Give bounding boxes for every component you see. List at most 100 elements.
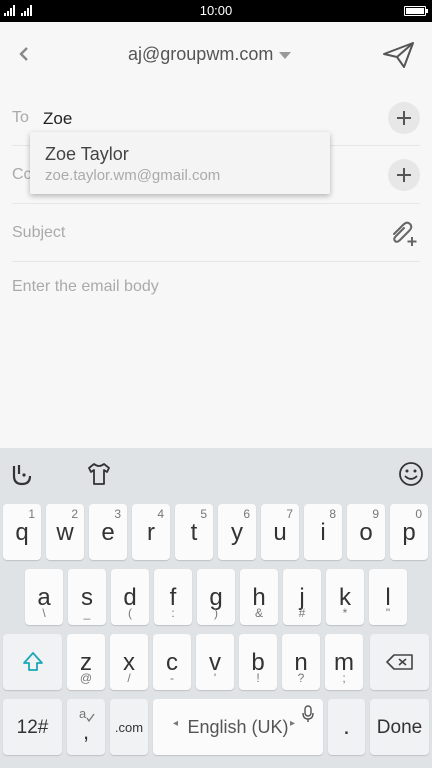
key-label: y	[231, 519, 243, 546]
key-o[interactable]: o9	[347, 504, 385, 560]
key-label: q	[15, 519, 29, 546]
key-alt-label: -	[170, 671, 174, 685]
dotcom-key-label: .com	[114, 720, 144, 735]
plus-icon	[397, 168, 411, 182]
space-key[interactable]: ◂ English (UK) ▸	[153, 699, 323, 755]
key-alt-label: 5	[200, 507, 207, 521]
compose-header: aj@groupwm.com	[0, 22, 432, 88]
key-alt-label: /	[127, 671, 131, 685]
key-m[interactable]: m;	[325, 634, 363, 690]
suggestion-email: zoe.taylor.wm@gmail.com	[45, 167, 221, 184]
comma-key[interactable]: a ,	[67, 699, 105, 755]
key-i[interactable]: i8	[304, 504, 342, 560]
chevron-left-icon	[19, 47, 28, 61]
key-k[interactable]: k *	[326, 569, 364, 625]
key-p[interactable]: p0	[390, 504, 428, 560]
chevron-right-icon: ▸	[289, 718, 295, 729]
paperclip-add-icon	[393, 221, 417, 246]
caret-down-icon	[279, 52, 292, 59]
key-n[interactable]: n?	[282, 634, 320, 690]
period-key-label: .	[343, 713, 350, 740]
send-button[interactable]	[382, 40, 416, 70]
compose-screen: aj@groupwm.com To Zoe Cc Subject Enter t…	[0, 22, 432, 448]
key-b[interactable]: b!	[239, 634, 277, 690]
account-email: aj@groupwm.com	[128, 44, 274, 64]
key-label: t	[190, 519, 198, 546]
key-alt-label: ;	[342, 671, 346, 685]
key-alt-label: 1	[28, 507, 35, 521]
key-s[interactable]: s _	[68, 569, 106, 625]
key-j[interactable]: j #	[283, 569, 321, 625]
account-selector[interactable]: aj@groupwm.com	[128, 44, 292, 65]
key-l[interactable]: l "	[369, 569, 407, 625]
key-v[interactable]: v '	[196, 634, 234, 690]
microphone-icon	[302, 705, 314, 722]
suggestion-name: Zoe Taylor	[45, 144, 129, 164]
subject-field[interactable]: Subject	[12, 204, 420, 262]
key-y[interactable]: y6	[218, 504, 256, 560]
key-label: o	[359, 519, 373, 546]
key-r[interactable]: r4	[132, 504, 170, 560]
swype-icon[interactable]	[8, 460, 36, 488]
dotcom-key[interactable]: .com	[110, 699, 148, 755]
key-h[interactable]: h &	[240, 569, 278, 625]
key-z[interactable]: z @	[67, 634, 105, 690]
key-a[interactable]: a \	[25, 569, 63, 625]
emoji-icon[interactable]	[397, 460, 425, 488]
key-t[interactable]: t5	[175, 504, 213, 560]
symbols-key[interactable]: 12#	[3, 699, 62, 755]
add-recipient-button[interactable]	[388, 102, 420, 134]
contact-suggestion[interactable]: Zoe Taylor zoe.taylor.wm@gmail.com	[30, 132, 330, 194]
key-w[interactable]: w2	[46, 504, 84, 560]
add-cc-button[interactable]	[388, 159, 420, 191]
key-alt-label: #	[298, 606, 306, 620]
theme-shirt-icon[interactable]	[85, 460, 113, 488]
key-alt-label: *	[342, 606, 348, 620]
key-label: i	[320, 519, 326, 546]
symbols-key-label: 12#	[16, 717, 49, 738]
key-alt-label: !	[256, 671, 260, 685]
key-x[interactable]: x /	[110, 634, 148, 690]
shift-icon	[23, 652, 43, 671]
done-key[interactable]: Done	[370, 699, 429, 755]
key-alt-label: &	[254, 606, 263, 620]
key-alt-label: @	[79, 671, 93, 685]
key-d[interactable]: d(	[111, 569, 149, 625]
key-alt-label: :	[171, 606, 175, 620]
backspace-icon	[386, 654, 413, 670]
key-f[interactable]: f:	[154, 569, 192, 625]
to-label: To	[12, 109, 29, 126]
status-bar: 10:00	[0, 0, 432, 22]
key-alt-label: 9	[372, 507, 379, 521]
period-key[interactable]: .	[328, 699, 365, 755]
to-input[interactable]: Zoe	[43, 109, 72, 129]
plus-icon	[397, 111, 411, 125]
keyboard-toolbar	[0, 448, 432, 498]
key-label: u	[273, 519, 287, 546]
key-c[interactable]: c-	[153, 634, 191, 690]
key-label: e	[101, 519, 115, 546]
email-body-field[interactable]: Enter the email body	[12, 278, 159, 296]
subject-label: Subject	[12, 224, 66, 241]
key-alt-label: ?	[297, 671, 305, 685]
key-alt-label: )	[214, 606, 218, 620]
key-alt-label: "	[385, 606, 391, 620]
key-alt-label: 6	[243, 507, 250, 521]
key-g[interactable]: g)	[197, 569, 235, 625]
done-key-label: Done	[376, 717, 423, 738]
back-button[interactable]	[12, 42, 36, 66]
key-u[interactable]: u7	[261, 504, 299, 560]
shift-key[interactable]	[3, 634, 62, 690]
attach-button[interactable]	[388, 218, 418, 248]
key-alt-label: '	[213, 671, 217, 685]
key-alt-label: 3	[114, 507, 121, 521]
backspace-key[interactable]	[370, 634, 429, 690]
send-icon	[383, 42, 414, 68]
key-label: p	[402, 519, 416, 546]
key-alt-label: (	[128, 606, 132, 620]
status-time: 10:00	[199, 3, 233, 18]
key-label: r	[147, 519, 155, 546]
key-q[interactable]: q1	[3, 504, 41, 560]
key-e[interactable]: e3	[89, 504, 127, 560]
key-alt-label: _	[83, 606, 91, 620]
